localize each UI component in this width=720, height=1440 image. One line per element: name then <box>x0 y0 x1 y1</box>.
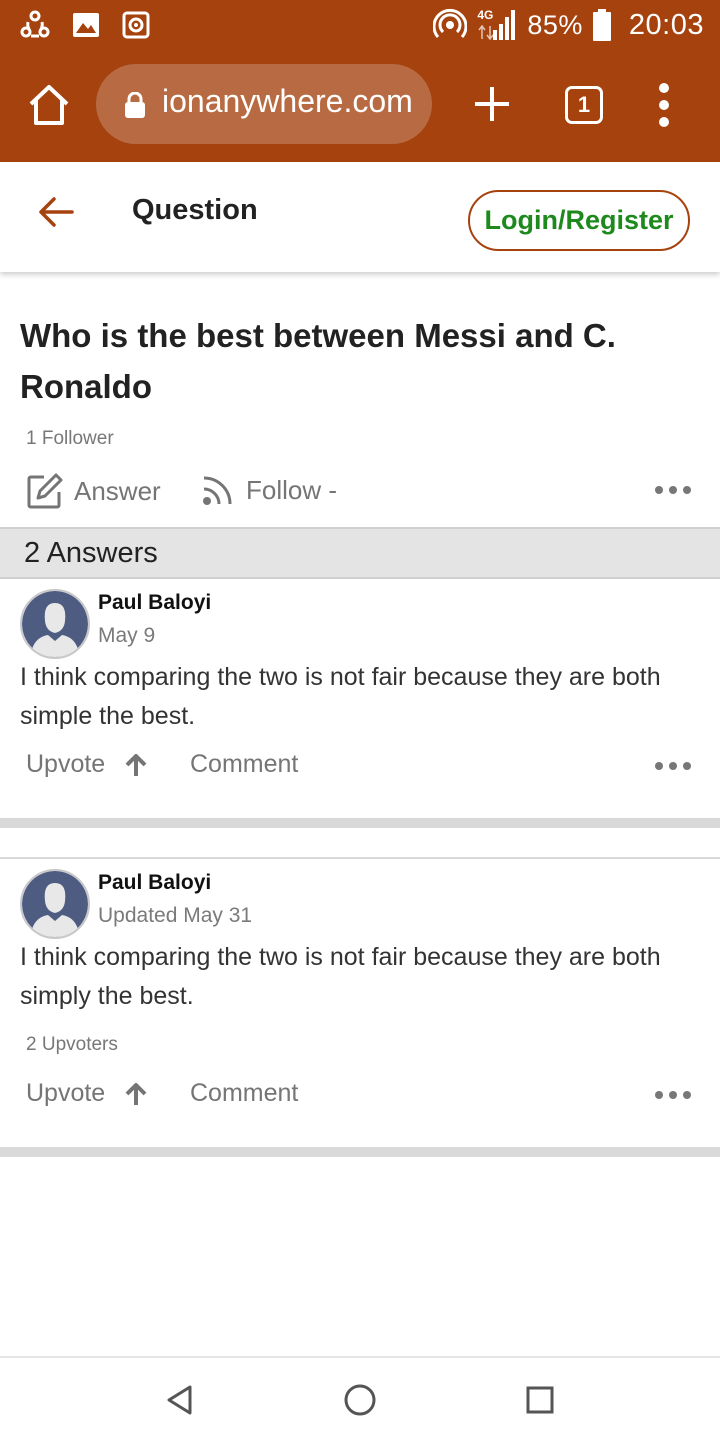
answer-text: I think comparing the two is not fair be… <box>20 663 661 730</box>
upvote-label: Upvote <box>26 750 106 778</box>
share-icon <box>20 10 50 38</box>
clock: 20:03 <box>628 8 704 41</box>
notification-icons <box>20 10 150 40</box>
upvote-button[interactable]: Upvote <box>26 750 149 779</box>
follower-count[interactable]: 1 Follower <box>26 428 114 450</box>
status-bar: 4G 85% 20:03 <box>0 0 720 50</box>
back-triangle-icon[interactable] <box>162 1382 198 1418</box>
recents-square-icon[interactable] <box>522 1382 558 1418</box>
author-name[interactable]: Paul Baloyi <box>98 871 211 895</box>
edit-icon <box>27 473 63 509</box>
arrow-up-icon <box>125 1082 147 1105</box>
login-register-button[interactable]: Login/Register <box>468 190 690 251</box>
answers-count: 2 Answers <box>24 537 158 569</box>
author-name[interactable]: Paul Baloyi <box>98 591 211 615</box>
battery-percent: 85% <box>527 9 583 40</box>
home-icon[interactable] <box>26 82 72 128</box>
signal-icon: 4G <box>477 8 517 42</box>
follow-button[interactable]: Follow - <box>200 472 337 508</box>
answer-card: Paul Baloyi May 9 I think comparing the … <box>0 579 720 829</box>
arrow-up-icon <box>125 753 147 776</box>
answer-card: Paul Baloyi Updated May 31 I think compa… <box>0 859 720 1149</box>
answer-label: Answer <box>74 475 161 506</box>
image-icon <box>73 13 99 37</box>
divider <box>0 818 720 828</box>
answers-count-bar: 2 Answers <box>0 527 720 579</box>
upvote-label: Upvote <box>26 1079 106 1107</box>
follow-label: Follow - <box>246 474 338 505</box>
back-arrow-icon[interactable] <box>38 196 74 228</box>
answer-button[interactable]: Answer <box>26 472 161 510</box>
app-header: Question Login/Register <box>0 162 720 272</box>
screenshot-icon <box>122 11 150 39</box>
url-text: ionanywhere.com <box>162 83 413 119</box>
question-title: Who is the best between Messi and C. Ron… <box>20 317 616 405</box>
upvoter-count[interactable]: 2 Upvoters <box>26 1034 118 1056</box>
upvote-button[interactable]: Upvote <box>26 1079 149 1108</box>
question-more-icon[interactable] <box>655 486 691 496</box>
tab-switcher-button[interactable]: 1 <box>565 86 603 124</box>
user-avatar-icon <box>22 871 88 937</box>
answer-date: May 9 <box>98 624 156 647</box>
question-actions: Answer Follow - <box>0 466 720 516</box>
answer-more-icon[interactable] <box>655 1091 691 1101</box>
rss-icon <box>203 476 232 505</box>
answer-text: I think comparing the two is not fair be… <box>20 943 661 1010</box>
divider <box>0 1147 720 1157</box>
answer-date: Updated May 31 <box>98 904 253 927</box>
browser-toolbar: ionanywhere.com 1 <box>0 50 720 162</box>
system-nav-bar <box>0 1356 720 1440</box>
user-avatar-icon <box>22 591 88 657</box>
hotspot-icon <box>433 8 468 38</box>
answer-more-icon[interactable] <box>655 762 691 772</box>
lock-icon <box>125 92 145 118</box>
avatar[interactable] <box>20 589 90 659</box>
page-title: Question <box>132 194 258 226</box>
plus-icon[interactable] <box>472 84 512 124</box>
kebab-menu-icon[interactable] <box>654 83 674 127</box>
answer-actions: Upvote Comment <box>0 750 720 790</box>
comment-button[interactable]: Comment <box>190 750 298 779</box>
answer-actions: Upvote Comment <box>0 1079 720 1119</box>
system-indicators: 4G 85% 20:03 <box>433 6 704 44</box>
battery-icon <box>592 9 611 41</box>
home-circle-icon[interactable] <box>342 1382 378 1418</box>
address-bar[interactable]: ionanywhere.com <box>96 64 432 144</box>
comment-button[interactable]: Comment <box>190 1079 298 1108</box>
avatar[interactable] <box>20 869 90 939</box>
